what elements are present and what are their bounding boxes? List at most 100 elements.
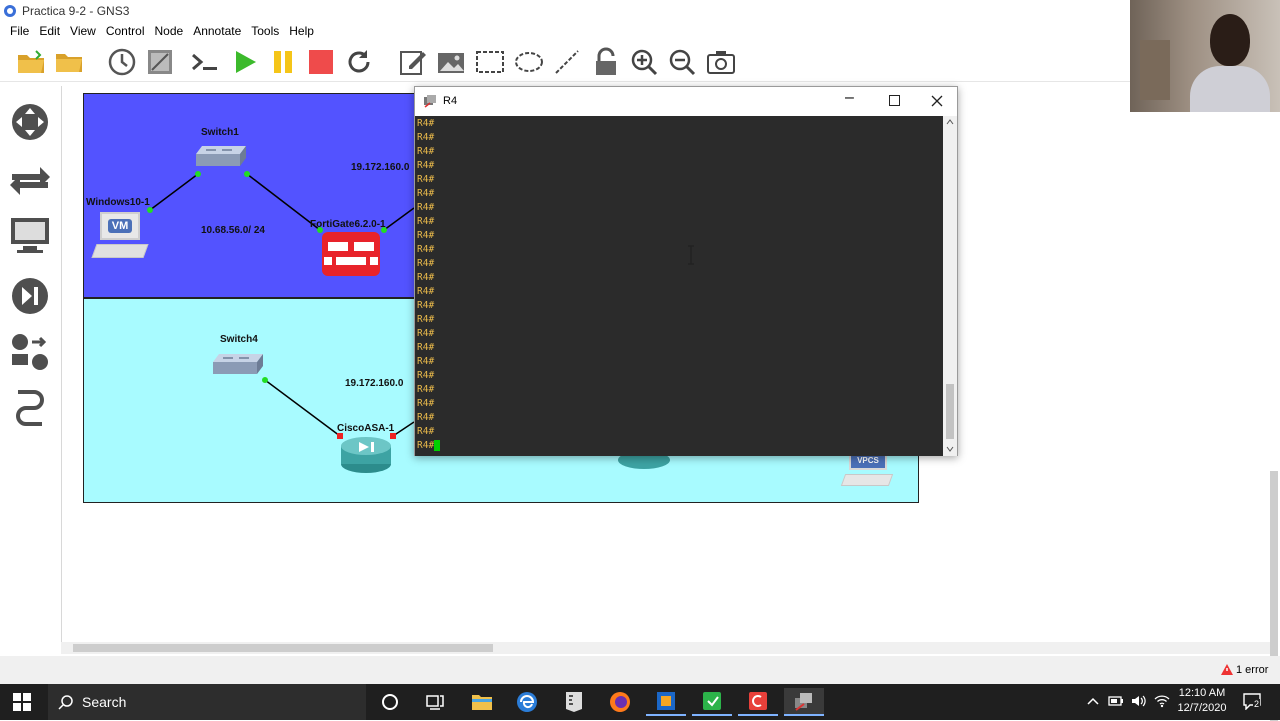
terminal-prompt: R4#	[417, 174, 435, 185]
edge-browser-icon[interactable]	[507, 688, 547, 716]
tray-chevron-up-icon[interactable]	[1087, 697, 1099, 705]
person-shirt	[1190, 66, 1270, 112]
terminal-prompt: R4#	[417, 258, 435, 269]
terminal-prompt: R4#	[417, 272, 435, 283]
node-label-fortigate: FortiGate6.2.0-1	[310, 219, 386, 230]
text-cursor-icon	[688, 245, 694, 265]
terminal-prompt-line: R4#	[417, 215, 943, 229]
wifi-icon[interactable]	[1154, 694, 1170, 708]
minimize-button[interactable]: –	[845, 89, 854, 107]
task-view-icon[interactable]	[415, 688, 455, 716]
terminal-prompt-line: R4#	[417, 313, 943, 327]
fortigate-firewall-icon[interactable]	[322, 232, 380, 276]
close-button[interactable]	[931, 95, 943, 107]
webcam-overlay	[1130, 0, 1280, 112]
canvas-vertical-scrollbar[interactable]	[1268, 86, 1280, 721]
terminal-prompt-line: R4#	[417, 355, 943, 369]
terminal-prompt-line: R4#	[417, 299, 943, 313]
taskbar: Search 12:10 AM 12/7/2020 2	[0, 684, 1280, 720]
clock-date: 12/7/2020	[1177, 702, 1227, 714]
terminal-prompt-line: R4#	[417, 145, 943, 159]
cortana-icon[interactable]	[370, 688, 410, 716]
recorder-app-icon[interactable]	[738, 688, 778, 716]
search-icon	[58, 695, 73, 710]
switch1-icon[interactable]	[194, 142, 250, 170]
taskbar-search-box[interactable]: Search	[48, 684, 366, 720]
windows10-node[interactable]: VM	[91, 212, 149, 260]
canvas-horizontal-scrollbar[interactable]	[61, 642, 1270, 654]
terminal-prompt: R4#	[417, 286, 435, 297]
subnet-label-bottom: 19.172.160.0	[345, 378, 404, 389]
terminal-prompt: R4#	[417, 300, 435, 311]
epic-games-icon[interactable]	[554, 688, 594, 716]
subnet-label-top-left: 10.68.56.0/ 24	[201, 225, 265, 236]
volume-icon[interactable]	[1131, 694, 1147, 708]
battery-icon[interactable]	[1108, 695, 1124, 707]
link-switch4-asa[interactable]	[264, 379, 341, 437]
virtualbox-icon[interactable]	[646, 688, 686, 716]
person-head	[1210, 14, 1250, 66]
terminal-prompt-line: R4#	[417, 131, 943, 145]
scroll-up-icon[interactable]	[946, 119, 954, 125]
switch4-icon[interactable]	[211, 350, 267, 378]
node-label-ciscoasa: CiscoASA-1	[337, 423, 395, 434]
terminal-prompt-line: R4#	[417, 369, 943, 383]
link-asa-out[interactable]	[392, 421, 415, 437]
terminal-prompt: R4#	[417, 412, 435, 423]
terminal-window: R4 – R4# R4# R4# R4# R4# R4# R4# R4# R4# R4# R4# R4…	[414, 86, 958, 456]
search-label: Search	[82, 694, 127, 710]
error-count[interactable]: 1 error	[1236, 664, 1268, 676]
terminal-prompt-line: R4#	[417, 257, 943, 271]
terminal-prompt: R4#	[417, 314, 435, 325]
node-label-switch4: Switch4	[220, 334, 258, 345]
maximize-button[interactable]	[889, 95, 900, 106]
terminal-prompt: R4#	[417, 426, 435, 437]
ciscoasa-icon[interactable]	[339, 436, 393, 474]
node-label-switch1: Switch1	[201, 127, 239, 138]
putty-taskbar-icon[interactable]	[784, 688, 824, 716]
terminal-title: R4	[443, 95, 458, 107]
notifications-icon[interactable]: 2	[1242, 692, 1262, 712]
terminal-prompt: R4#	[417, 118, 435, 129]
terminal-prompt: R4#	[417, 188, 435, 199]
link-win-switch1[interactable]	[149, 173, 199, 211]
notification-count: 2	[1253, 699, 1261, 709]
terminal-prompt: R4#	[417, 230, 435, 241]
vpcs-node[interactable]: VPCS	[840, 450, 894, 490]
terminal-prompt: R4#	[417, 342, 435, 353]
scroll-down-icon[interactable]	[946, 446, 954, 452]
subnet-label-top-right: 19.172.160.0	[351, 162, 410, 173]
windows-start-icon[interactable]	[2, 688, 42, 716]
terminal-output[interactable]: R4# R4# R4# R4# R4# R4# R4# R4# R4# R4# R4# R4# R4# R…	[415, 116, 943, 456]
terminal-scrollbar[interactable]	[943, 116, 957, 456]
link-fortigate-out[interactable]	[383, 207, 415, 231]
file-explorer-icon[interactable]	[462, 688, 502, 716]
h-scroll-thumb[interactable]	[73, 644, 493, 652]
node-label-windows: Windows10-1	[86, 197, 150, 208]
terminal-prompt: R4#	[417, 328, 435, 339]
terminal-prompt-line: R4#	[417, 201, 943, 215]
status-bar: 1 error	[0, 656, 1280, 684]
terminal-prompt: R4#	[417, 440, 435, 451]
taskbar-clock[interactable]: 12:10 AM 12/7/2020	[1172, 686, 1232, 716]
editor-app-icon[interactable]	[692, 688, 732, 716]
terminal-prompt: R4#	[417, 160, 435, 171]
terminal-prompt: R4#	[417, 146, 435, 157]
terminal-prompt: R4#	[417, 356, 435, 367]
terminal-titlebar[interactable]: R4 –	[415, 87, 957, 115]
terminal-scroll-thumb[interactable]	[946, 384, 954, 439]
terminal-prompt-line: R4#	[417, 187, 943, 201]
terminal-prompt-line: R4#	[417, 341, 943, 355]
terminal-prompt-line: R4#	[417, 159, 943, 173]
terminal-prompt-line: R4#	[417, 271, 943, 285]
warning-icon	[1221, 664, 1233, 675]
terminal-prompt-line: R4#	[417, 285, 943, 299]
terminal-prompt-line: R4#	[417, 243, 943, 257]
terminal-prompt-line: R4#	[417, 439, 943, 453]
terminal-prompt: R4#	[417, 384, 435, 395]
firefox-icon[interactable]	[600, 688, 640, 716]
terminal-prompt: R4#	[417, 370, 435, 381]
terminal-prompt: R4#	[417, 216, 435, 227]
terminal-prompt: R4#	[417, 202, 435, 213]
terminal-prompt: R4#	[417, 132, 435, 143]
